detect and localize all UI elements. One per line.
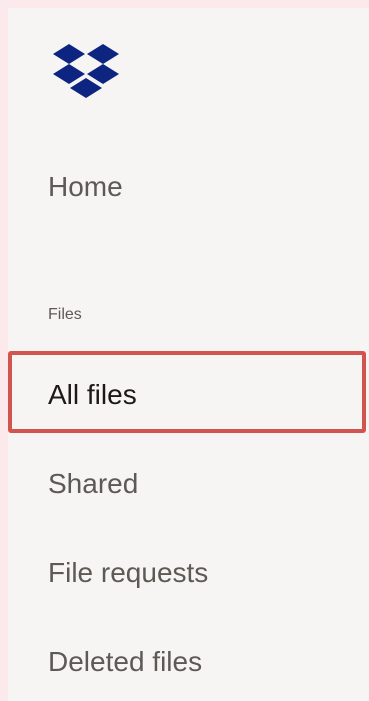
nav-item-deleted-files[interactable]: Deleted files [48, 646, 202, 678]
nav-item-file-requests[interactable]: File requests [48, 557, 208, 589]
dropbox-logo-icon[interactable] [52, 40, 120, 102]
nav-item-home[interactable]: Home [48, 171, 123, 203]
sidebar-panel: Home Files All files Shared File request… [8, 8, 369, 701]
section-label-files: Files [48, 306, 82, 323]
nav-item-shared[interactable]: Shared [48, 468, 138, 500]
nav-item-all-files[interactable]: All files [48, 379, 137, 411]
